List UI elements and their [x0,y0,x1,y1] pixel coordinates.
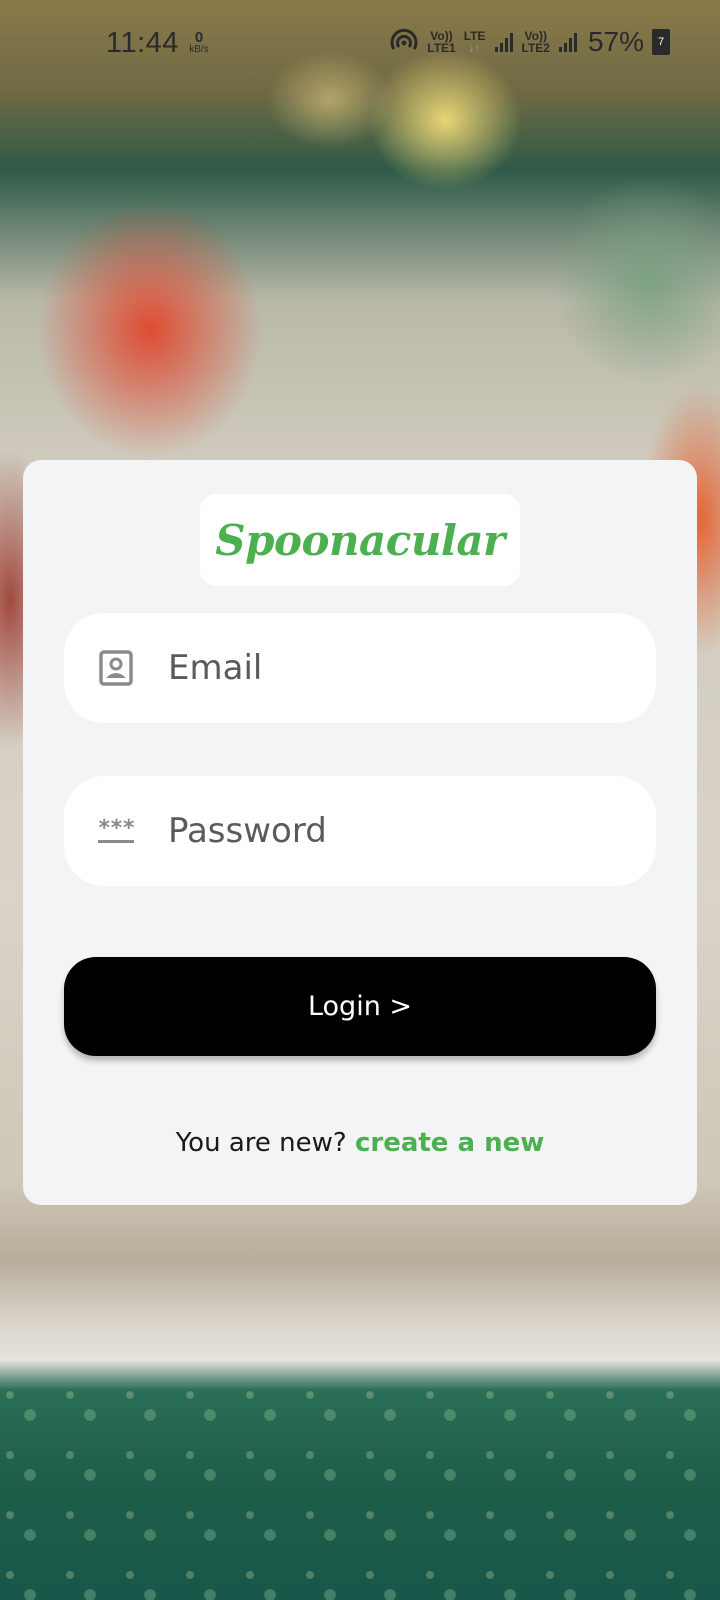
battery-percent: 57% [587,26,644,57]
status-bar: 11:44 0 kB/s Vo)) LTE1 LTE ↓↑ Vo)) LTE2 … [0,0,720,90]
lte-data-indicator: LTE ↓↑ [464,30,486,54]
logo-box: Spoonacular [200,494,520,586]
network-speed-unit: kB/s [189,44,209,55]
signup-prompt-text: You are new? [175,1128,355,1158]
network-speed: 0 kB/s [184,30,214,55]
create-account-link[interactable]: create a new [355,1128,544,1158]
data-arrows-label: ↓↑ [468,41,481,55]
sim1-volte-indicator: Vo)) LTE1 [427,30,455,54]
password-icon-glyph: *** [97,815,135,843]
network-speed-value: 0 [194,29,204,46]
login-card: Spoonacular *** Login > You are new? cre… [23,460,697,1205]
password-icon: *** [96,815,136,843]
login-button[interactable]: Login > [64,957,656,1056]
contact-card-icon [96,649,136,687]
sim2-lte-label: LTE2 [521,41,550,55]
app-logo: Spoonacular [215,515,505,565]
hotspot-icon [390,28,418,50]
password-field-container[interactable]: *** [64,776,656,886]
signup-prompt: You are new? create a new [23,1128,697,1158]
signal-bars-icon [494,33,513,52]
sim2-volte-indicator: Vo)) LTE2 [522,30,550,54]
battery-icon: 7 [652,29,670,55]
status-indicators: Vo)) LTE1 LTE ↓↑ Vo)) LTE2 57% 7 [389,26,670,58]
login-screen: 11:44 0 kB/s Vo)) LTE1 LTE ↓↑ Vo)) LTE2 … [0,0,720,1600]
signal-bars-icon [558,33,577,52]
status-time: 11:44 [106,27,179,59]
sim1-lte-label: LTE1 [427,41,456,55]
email-input[interactable] [166,647,630,689]
email-field-container[interactable] [64,613,656,723]
password-input[interactable] [166,810,630,852]
